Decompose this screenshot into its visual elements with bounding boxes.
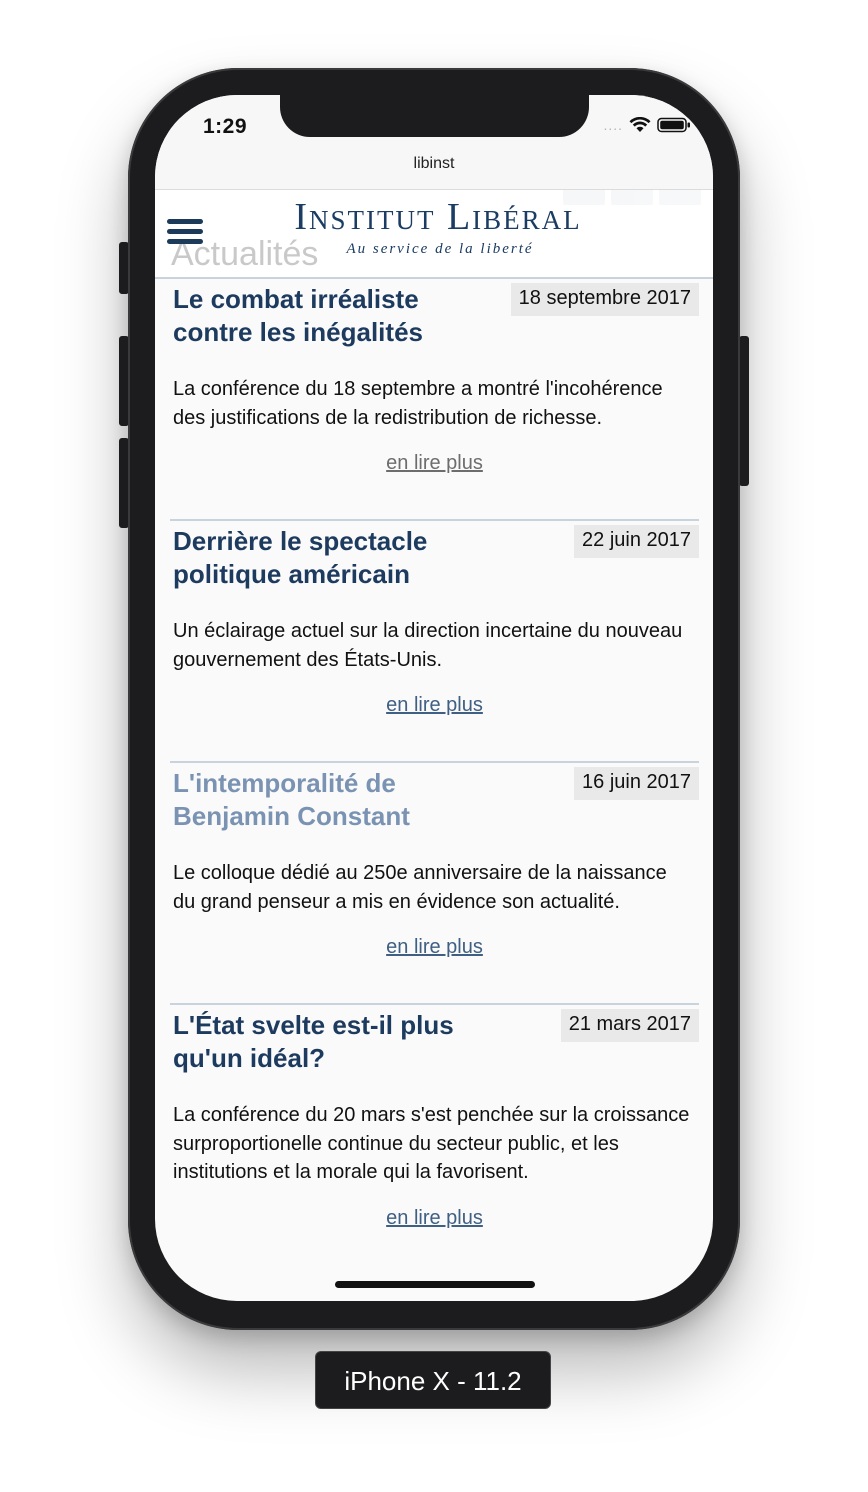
- article-summary: Un éclairage actuel sur la direction inc…: [173, 620, 683, 671]
- article-summary: Le colloque dédié au 250e anniversaire d…: [173, 862, 667, 913]
- logo-subtitle: Au service de la liberté: [346, 241, 534, 257]
- read-more: en lire plus: [173, 1205, 696, 1265]
- status-icons: ....: [603, 117, 691, 133]
- read-more-link[interactable]: en lire plus: [386, 694, 483, 716]
- article-title[interactable]: L'intemporalité de Benjamin Constant: [173, 763, 473, 833]
- article-title[interactable]: Le combat irréaliste contre les inégalit…: [173, 279, 473, 349]
- signal-icon: ....: [603, 117, 623, 133]
- browser-title: libinst: [413, 155, 455, 172]
- read-more: en lire plus: [173, 934, 696, 994]
- article-item: Le combat irréaliste contre les inégalit…: [170, 279, 699, 519]
- article-date: 22 juin 2017: [574, 525, 699, 558]
- power-button: [739, 336, 749, 486]
- article-date: 16 juin 2017: [574, 767, 699, 800]
- article-title[interactable]: Derrière le spectacle politique américai…: [173, 521, 473, 591]
- battery-icon: [657, 117, 690, 133]
- article-title[interactable]: L'État svelte est-il plus qu'un idéal?: [173, 1005, 473, 1075]
- simulator-window: 1:29 .... libinst Actualités Institut Li…: [0, 0, 868, 1492]
- hamburger-menu-icon[interactable]: [167, 219, 203, 244]
- status-time: 1:29: [203, 115, 248, 138]
- read-more-link[interactable]: en lire plus: [386, 936, 483, 958]
- article-item: L'État svelte est-il plus qu'un idéal? 2…: [170, 1003, 699, 1265]
- wifi-icon: [629, 117, 651, 132]
- read-more-link[interactable]: en lire plus: [386, 1207, 483, 1229]
- article-summary: La conférence du 20 mars s'est penchée s…: [173, 1104, 690, 1183]
- read-more: en lire plus: [173, 692, 696, 752]
- article-item: Derrière le spectacle politique américai…: [170, 519, 699, 761]
- article-item: L'intemporalité de Benjamin Constant 16 …: [170, 761, 699, 1003]
- read-more: en lire plus: [173, 450, 696, 510]
- article-date: 21 mars 2017: [560, 1009, 699, 1042]
- article-summary: La conférence du 18 septembre a montré l…: [173, 378, 663, 429]
- site-header: Actualités Institut Libéral Au service d…: [155, 175, 713, 279]
- logo-title[interactable]: Institut Libéral: [253, 197, 623, 237]
- home-indicator[interactable]: [335, 1281, 535, 1288]
- phone-screen: 1:29 .... libinst Actualités Institut Li…: [155, 95, 713, 1301]
- browser-title-bar: libinst: [155, 151, 713, 190]
- notch: [280, 95, 589, 137]
- read-more-link[interactable]: en lire plus: [386, 452, 483, 474]
- article-date: 18 septembre 2017: [510, 283, 699, 316]
- device-label: iPhone X - 11.2: [315, 1351, 551, 1409]
- article-list: Le combat irréaliste contre les inégalit…: [155, 279, 713, 1265]
